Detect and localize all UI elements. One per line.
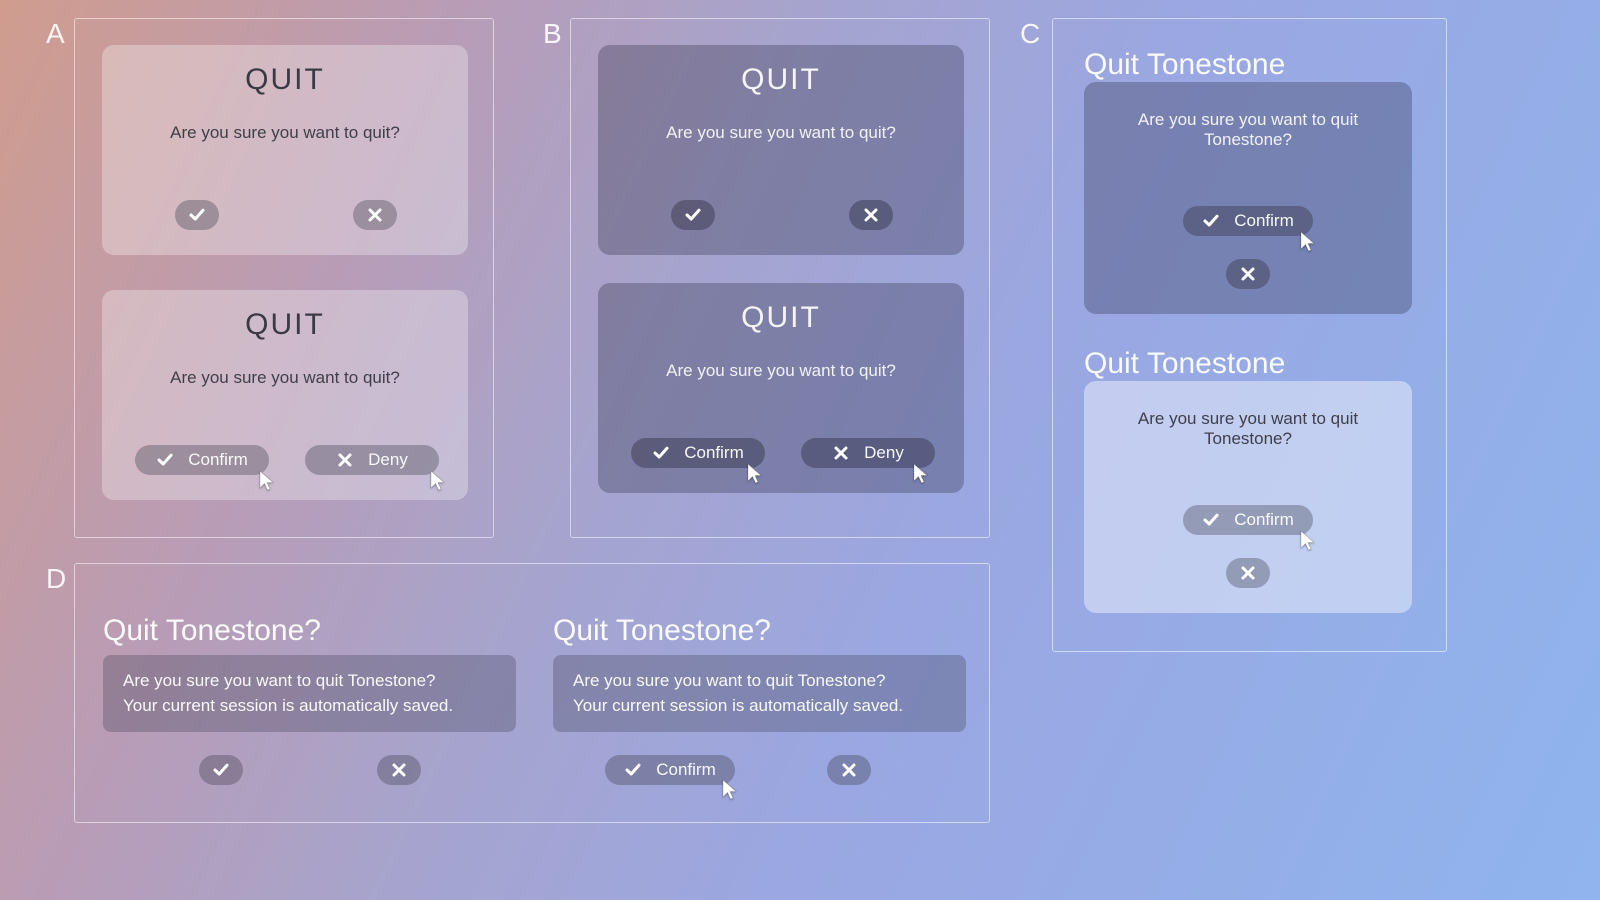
dialog-C1: Are you sure you want to quit Tonestone?… <box>1084 82 1412 314</box>
deny-button[interactable] <box>1226 558 1270 588</box>
dialog-message: Are you sure you want to quit Tonestone? <box>1084 409 1412 449</box>
close-icon <box>1239 265 1257 283</box>
dialog-body-D1: Are you sure you want to quit Tonestone?… <box>103 655 516 732</box>
confirm-button[interactable]: Confirm <box>605 755 735 785</box>
check-icon <box>188 206 206 224</box>
dialog-title: QUIT <box>598 283 964 335</box>
close-icon <box>366 206 384 224</box>
dialog-message: Are you sure you want to quit? <box>598 361 964 381</box>
dialog-title-external: Quit Tonestone <box>1084 347 1285 381</box>
confirm-button[interactable]: Confirm <box>1183 206 1313 236</box>
check-icon <box>1202 212 1220 230</box>
dialog-message: Are you sure you want to quit? <box>102 123 468 143</box>
cursor-icon <box>913 463 929 485</box>
check-icon <box>1202 511 1220 529</box>
dialog-B2: QUIT Are you sure you want to quit? Conf… <box>598 283 964 493</box>
close-icon <box>832 444 850 462</box>
dialog-title-external: Quit Tonestone? <box>553 614 771 648</box>
body-line2: Your current session is automatically sa… <box>123 694 496 719</box>
dialog-title-external: Quit Tonestone? <box>103 614 321 648</box>
dialog-title-external: Quit Tonestone <box>1084 48 1285 82</box>
button-label: Confirm <box>656 760 716 780</box>
cursor-icon <box>747 463 763 485</box>
confirm-button[interactable] <box>671 200 715 230</box>
check-icon <box>212 761 230 779</box>
button-label: Confirm <box>1234 211 1294 231</box>
deny-button[interactable] <box>353 200 397 230</box>
dialog-title: QUIT <box>102 45 468 97</box>
check-icon <box>156 451 174 469</box>
dialog-message: Are you sure you want to quit? <box>598 123 964 143</box>
section-label-A: A <box>46 18 65 50</box>
deny-button[interactable] <box>1226 259 1270 289</box>
close-icon <box>390 761 408 779</box>
dialog-A2: QUIT Are you sure you want to quit? Conf… <box>102 290 468 500</box>
close-icon <box>336 451 354 469</box>
dialog-C2: Are you sure you want to quit Tonestone?… <box>1084 381 1412 613</box>
deny-button[interactable] <box>827 755 871 785</box>
body-line1: Are you sure you want to quit Tonestone? <box>123 669 496 694</box>
cursor-icon <box>259 470 275 492</box>
dialog-title: QUIT <box>102 290 468 342</box>
dialog-message: Are you sure you want to quit? <box>102 368 468 388</box>
deny-button[interactable] <box>377 755 421 785</box>
close-icon <box>840 761 858 779</box>
cursor-icon <box>1300 231 1316 253</box>
confirm-button[interactable]: Confirm <box>1183 505 1313 535</box>
body-line1: Are you sure you want to quit Tonestone? <box>573 669 946 694</box>
dialog-title: QUIT <box>598 45 964 97</box>
check-icon <box>684 206 702 224</box>
dialog-body-D2: Are you sure you want to quit Tonestone?… <box>553 655 966 732</box>
confirm-button[interactable]: Confirm <box>135 445 269 475</box>
dialog-A1: QUIT Are you sure you want to quit? <box>102 45 468 255</box>
deny-button[interactable]: Deny <box>305 445 439 475</box>
check-icon <box>624 761 642 779</box>
button-label: Confirm <box>188 450 248 470</box>
button-label: Confirm <box>684 443 744 463</box>
confirm-button[interactable]: Confirm <box>631 438 765 468</box>
dialog-message: Are you sure you want to quit Tonestone? <box>1084 110 1412 150</box>
button-label: Deny <box>864 443 904 463</box>
cursor-icon <box>1300 530 1316 552</box>
section-label-D: D <box>46 563 66 595</box>
cursor-icon <box>430 470 446 492</box>
button-label: Confirm <box>1234 510 1294 530</box>
body-line2: Your current session is automatically sa… <box>573 694 946 719</box>
button-label: Deny <box>368 450 408 470</box>
close-icon <box>862 206 880 224</box>
close-icon <box>1239 564 1257 582</box>
cursor-icon <box>722 779 738 801</box>
section-label-C: C <box>1020 18 1040 50</box>
check-icon <box>652 444 670 462</box>
confirm-button[interactable] <box>175 200 219 230</box>
dialog-B1: QUIT Are you sure you want to quit? <box>598 45 964 255</box>
confirm-button[interactable] <box>199 755 243 785</box>
deny-button[interactable] <box>849 200 893 230</box>
section-label-B: B <box>543 18 562 50</box>
